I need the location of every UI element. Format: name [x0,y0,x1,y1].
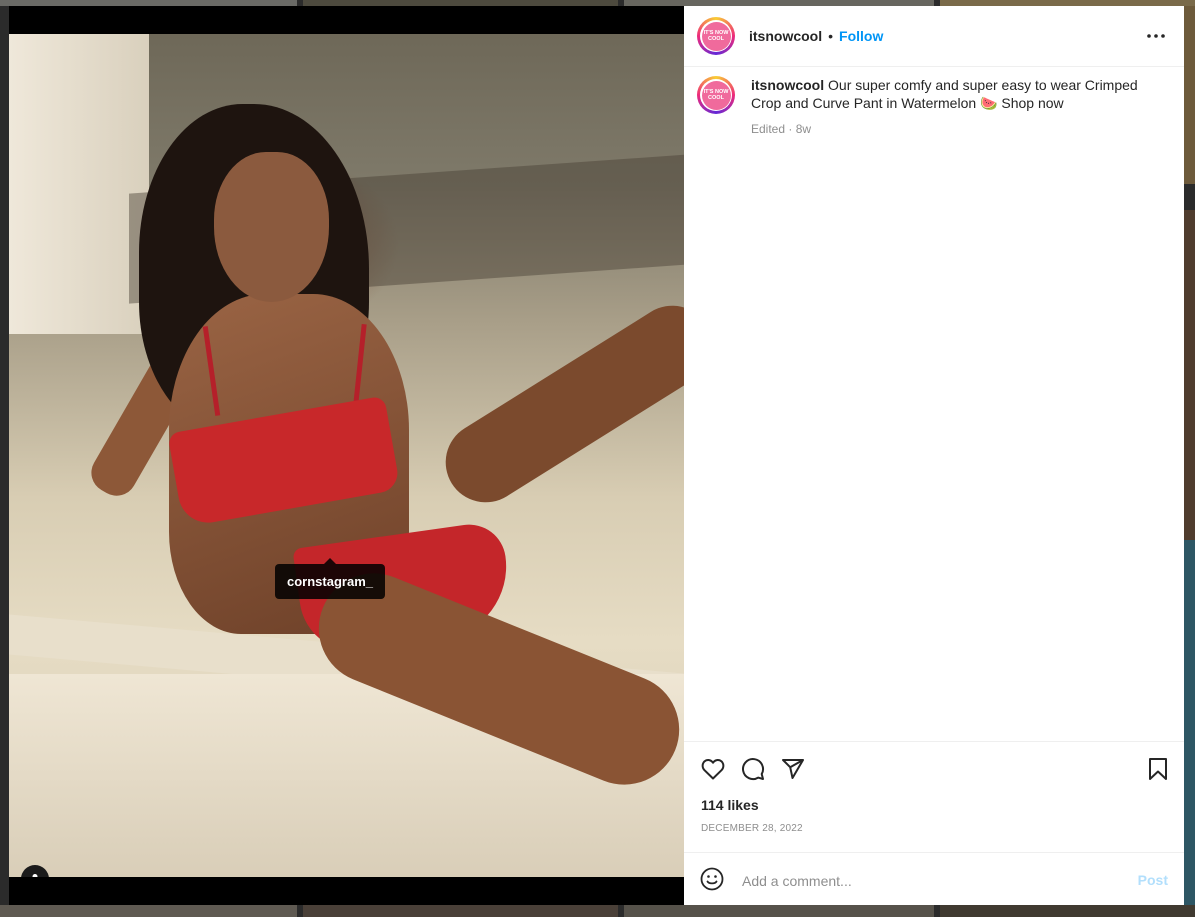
caption-avatar[interactable]: IT'S NOW COOL [697,76,735,114]
post-comment-button[interactable]: Post [1138,872,1168,888]
feed-tile [940,905,1195,917]
post-date[interactable]: DECEMBER 28, 2022 [701,823,803,834]
post-side-panel: IT'S NOW COOL itsnowcool • Follow IT'S N… [684,6,1184,905]
photo-figure-face [214,152,329,302]
feed-tile [1184,540,1195,910]
post-photo[interactable]: cornstagram_ [9,34,684,877]
comment-button[interactable] [739,755,767,783]
like-button[interactable] [699,755,727,783]
emoji-icon [700,867,724,891]
feed-tile [0,905,297,917]
avatar-logo: IT'S NOW COOL [701,21,731,51]
avatar-ring: IT'S NOW COOL [700,79,732,111]
caption-body: itsnowcool Our super comfy and super eas… [751,76,1151,138]
follow-button[interactable]: Follow [839,28,883,44]
caption: IT'S NOW COOL itsnowcool Our super comfy… [684,76,1184,138]
photo-wall [9,34,149,334]
more-options-button[interactable] [1144,26,1168,46]
post-media[interactable]: cornstagram_ [9,6,684,905]
bookmark-icon [1149,758,1167,780]
heart-icon [701,758,725,780]
header-username[interactable]: itsnowcool [749,28,822,44]
save-button[interactable] [1144,755,1172,783]
avatar[interactable]: IT'S NOW COOL [697,17,735,55]
feed-tile [624,905,934,917]
avatar-ring: IT'S NOW COOL [700,20,732,52]
caption-meta: Edited · 8w [751,122,812,136]
emoji-button[interactable] [700,867,726,893]
comment-icon [742,758,765,781]
caption-username[interactable]: itsnowcool [751,77,824,93]
feed-tile [303,905,618,917]
header-separator: • [828,28,834,44]
user-tag-icon [32,874,38,877]
feed-tile [1184,6,1195,184]
share-icon [782,759,804,779]
comment-bar: Post [684,852,1184,906]
avatar-logo: IT'S NOW COOL [701,80,731,110]
photo-figure-leg [430,290,684,518]
share-button[interactable] [779,755,807,783]
likes-count[interactable]: 114 likes [701,797,759,813]
post-header: IT'S NOW COOL itsnowcool • Follow [684,6,1184,67]
action-bar [684,741,1184,792]
user-tag-tooltip[interactable]: cornstagram_ [275,558,385,599]
feed-tile [1184,210,1195,540]
comment-input[interactable] [740,867,1124,895]
more-options-icon [1147,34,1165,38]
